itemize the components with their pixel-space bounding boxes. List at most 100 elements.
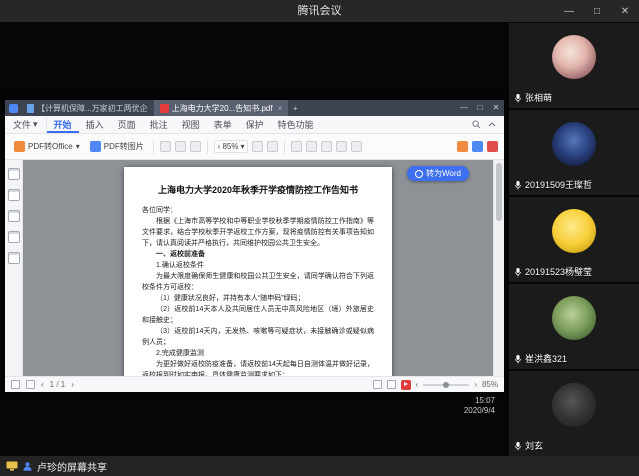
participant-tile[interactable]: 张相萌 [509, 23, 639, 108]
doc-file-icon [27, 104, 34, 113]
toolbar-right-group [457, 141, 498, 152]
ribbon-tab-view[interactable]: 视图 [175, 116, 207, 133]
zoom-percentage: 85% [482, 380, 498, 389]
doc-list-item: （1）健康状况良好，并持有本人“随申码”绿码； [142, 293, 374, 304]
play-presentation-icon[interactable] [401, 380, 411, 390]
doc-list-item: （2）返校前14天本人及共同居住人员无中高风险地区（境）外旅居史和接触史； [142, 304, 374, 326]
doc-paragraph: 根据《上海市高等学校和中等职业学校秋季学期疫情防控工作指南》等文件要求，结合学校… [142, 216, 374, 249]
participant-tile[interactable]: 刘玄 [509, 371, 639, 456]
ribbon-right-tools [472, 116, 504, 133]
zoom-out-icon[interactable]: ‹ [218, 142, 221, 151]
pdf-to-office-button[interactable]: PDF转Office ▾ [11, 139, 83, 154]
participant-tile[interactable]: 20191509王璨哲 [509, 110, 639, 195]
participants-icon [22, 461, 33, 472]
doc-list-item: （3）返校前14天内，无发热、咳嗽等可疑症状，未接触确诊或疑似病例人员； [142, 326, 374, 348]
comment-panel-icon[interactable] [8, 231, 20, 243]
participant-tile[interactable]: 20191523杨璧莹 [509, 197, 639, 282]
participant-name: 张相萌 [525, 91, 552, 104]
single-page-icon[interactable] [267, 141, 278, 152]
microphone-icon [514, 93, 522, 103]
convert-icon [415, 170, 423, 178]
toolbar-divider [284, 140, 285, 154]
chevron-down-icon[interactable]: ▾ [240, 142, 244, 151]
participant-footer: 张相萌 [514, 91, 552, 104]
document-canvas[interactable]: 上海电力大学2020年秋季开学疫情防控工作告知书 各位同学： 根据《上海市高等学… [23, 160, 493, 376]
microphone-icon [514, 267, 522, 277]
ribbon-tab-insert[interactable]: 插入 [79, 116, 111, 133]
ribbon-tab-special[interactable]: 特色功能 [271, 116, 321, 133]
toolbar-divider [153, 140, 154, 154]
outline-panel-icon[interactable] [8, 210, 20, 222]
pdf-to-office-icon [14, 141, 25, 152]
chevron-down-icon: ▾ [33, 119, 38, 130]
eraser-icon[interactable] [351, 141, 362, 152]
close-button[interactable]: ✕ [611, 0, 639, 22]
print-icon[interactable] [160, 141, 171, 152]
scrollbar-thumb[interactable] [496, 163, 502, 221]
thumbnail-panel-icon[interactable] [8, 168, 20, 180]
page-layout-icon[interactable] [26, 380, 35, 389]
microphone-icon [514, 441, 522, 451]
pdf-toolbar: PDF转Office ▾ PDF转图片 ‹ 85% ▾ [5, 134, 504, 160]
zoom-in-button[interactable]: › [474, 380, 477, 389]
avatar [552, 383, 596, 427]
attachment-panel-icon[interactable] [8, 252, 20, 264]
edit-text-icon[interactable] [291, 141, 302, 152]
participant-footer: 刘玄 [514, 439, 543, 452]
ribbon-tab-home[interactable]: 开始 [47, 116, 79, 133]
file-menu-button[interactable]: 文件 ▾ [5, 116, 47, 133]
single-page-view-icon[interactable] [373, 380, 382, 389]
next-page-button[interactable]: › [71, 380, 74, 389]
search-icon[interactable] [472, 120, 481, 129]
bookmark-panel-icon[interactable] [8, 189, 20, 201]
left-panel-rail [5, 160, 23, 376]
file-tab-label: 上海电力大学20...告知书.pdf [172, 103, 273, 114]
tab-close-icon[interactable]: × [276, 104, 283, 113]
convert-to-word-button[interactable]: 转为Word [407, 166, 469, 181]
ribbon-tab-form[interactable]: 表单 [207, 116, 239, 133]
participant-tile[interactable]: 崔洪鑫321 [509, 284, 639, 369]
pdf-minimize-button[interactable]: — [456, 100, 472, 116]
select-tool-icon[interactable] [190, 141, 201, 152]
highlight-icon[interactable] [336, 141, 347, 152]
status-right-group: ‹ › 85% [373, 380, 498, 390]
pdf-to-image-button[interactable]: PDF转图片 [87, 139, 147, 154]
ribbon-tab-comment[interactable]: 批注 [143, 116, 175, 133]
pdf-maximize-button[interactable]: □ [472, 100, 488, 116]
ribbon-tab-protect[interactable]: 保护 [239, 116, 271, 133]
file-tab-pdf[interactable]: 上海电力大学20...告知书.pdf × [154, 100, 289, 116]
insert-image-icon[interactable] [321, 141, 332, 152]
pdf-page: 上海电力大学2020年秋季开学疫情防控工作告知书 各位同学： 根据《上海市高等学… [124, 167, 392, 376]
fit-page-icon[interactable] [252, 141, 263, 152]
participant-name: 刘玄 [525, 439, 543, 452]
continuous-view-icon[interactable] [387, 380, 396, 389]
pdf-statusbar: ‹ 1 / 1 › ‹ › 85% [5, 376, 504, 392]
toolbar-divider [207, 140, 208, 154]
participant-footer: 20191509王璨哲 [514, 178, 592, 191]
translate-icon[interactable] [472, 141, 483, 152]
add-text-icon[interactable] [306, 141, 317, 152]
pdf-to-image-icon [90, 141, 101, 152]
zoom-slider-knob[interactable] [443, 382, 449, 388]
ribbon-tab-page[interactable]: 页面 [111, 116, 143, 133]
zoom-out-button[interactable]: ‹ [416, 380, 419, 389]
hand-tool-icon[interactable] [175, 141, 186, 152]
participants-panel: 张相萌 20191509王璨哲 20191523杨璧莹 崔洪鑫321 [509, 22, 639, 456]
member-icon[interactable] [457, 141, 468, 152]
monitor-icon [6, 460, 18, 472]
new-tab-button[interactable]: + [288, 100, 302, 116]
zoom-control[interactable]: ‹ 85% ▾ [214, 140, 249, 153]
pdf-close-button[interactable]: ✕ [488, 100, 504, 116]
microphone-icon [514, 180, 522, 190]
vertical-scrollbar[interactable] [493, 160, 504, 376]
record-icon[interactable] [487, 141, 498, 152]
chevron-down-icon: ▾ [76, 142, 80, 151]
zoom-slider[interactable] [423, 384, 469, 386]
prev-page-button[interactable]: ‹ [41, 380, 44, 389]
participant-name: 崔洪鑫321 [525, 352, 567, 365]
file-tab-doc[interactable]: 【计算机保障...万家初工两优企 [21, 100, 154, 116]
background-icon[interactable] [11, 380, 20, 389]
maximize-button[interactable]: □ [583, 0, 611, 22]
minimize-button[interactable]: — [555, 0, 583, 22]
collapse-ribbon-icon[interactable] [488, 121, 496, 129]
